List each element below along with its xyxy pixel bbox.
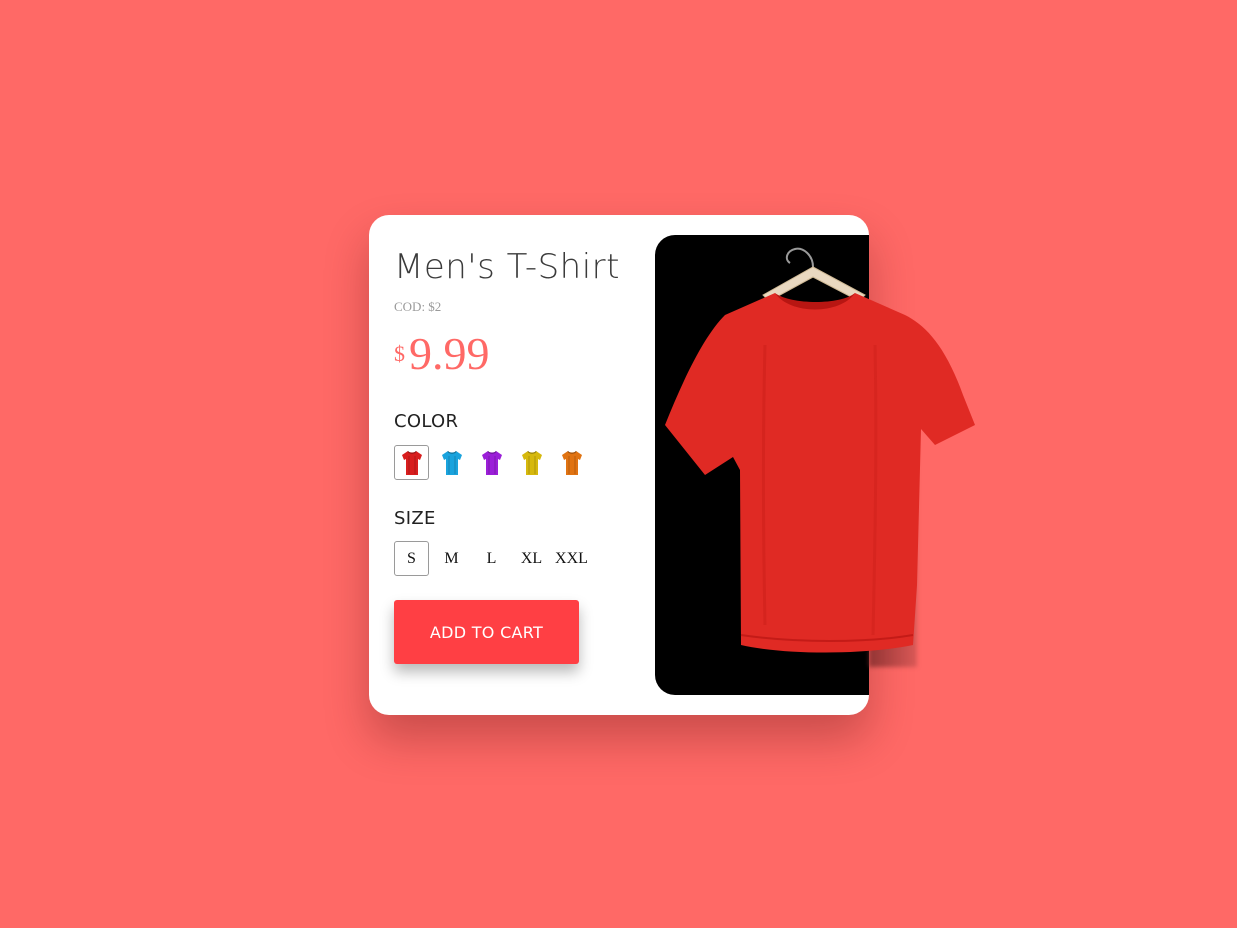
cod-fee: COD: $2 <box>394 299 442 314</box>
tshirt-hanger-image <box>665 247 975 653</box>
tshirt-icon <box>521 450 542 475</box>
tshirt-icon <box>481 450 502 475</box>
product-price: $9.99 <box>394 327 490 380</box>
color-swatch-yellow[interactable] <box>514 445 549 480</box>
color-swatch-orange[interactable] <box>554 445 589 480</box>
size-label: SIZE <box>394 508 436 529</box>
tshirt-icon <box>401 450 422 475</box>
price-currency: $ <box>394 340 405 366</box>
tshirt-icon <box>441 450 462 475</box>
product-card: Men's T-Shirt COD: $2 $9.99 COLOR SIZE S… <box>369 215 975 715</box>
size-options: S M L XL XXL <box>394 541 589 576</box>
color-swatch-red[interactable] <box>394 445 429 480</box>
color-swatch-purple[interactable] <box>474 445 509 480</box>
color-swatch-blue[interactable] <box>434 445 469 480</box>
hanger-hook-icon <box>785 247 814 268</box>
tshirt-fold <box>762 344 767 626</box>
price-amount: 9.99 <box>409 328 490 379</box>
size-option-l[interactable]: L <box>474 541 509 576</box>
size-option-s[interactable]: S <box>394 541 429 576</box>
size-option-m[interactable]: M <box>434 541 469 576</box>
add-to-cart-button[interactable]: ADD TO CART <box>394 600 579 664</box>
size-option-xxl[interactable]: XXL <box>554 541 589 576</box>
color-label: COLOR <box>394 411 459 432</box>
tshirt-body <box>665 293 975 653</box>
product-title: Men's T-Shirt <box>394 247 620 287</box>
size-option-xl[interactable]: XL <box>514 541 549 576</box>
tshirt-icon <box>561 450 582 475</box>
color-options <box>394 445 589 480</box>
